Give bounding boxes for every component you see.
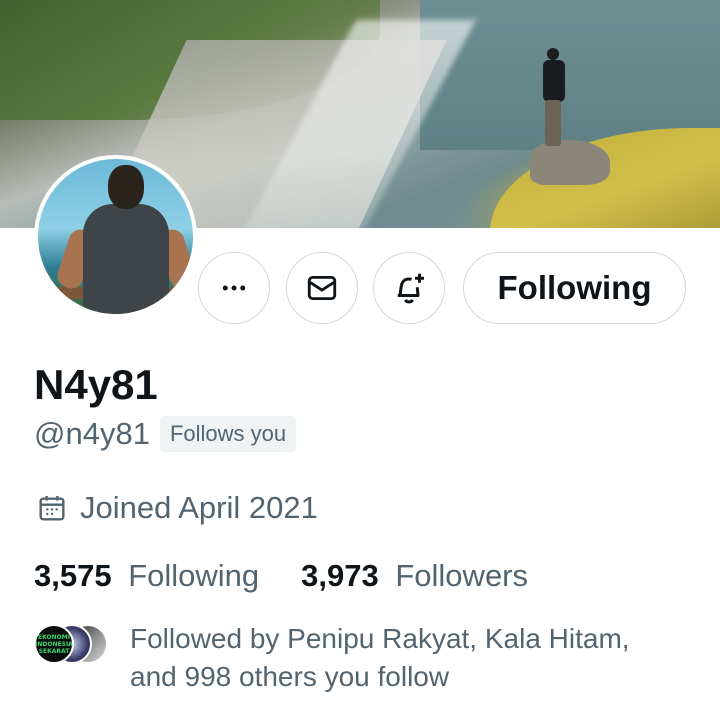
followers-label: Followers	[395, 558, 529, 593]
following-count: 3,575	[34, 558, 112, 593]
followed-by[interactable]: EKONOMI INDONESIA SEKARAT Followed by Pe…	[34, 620, 690, 696]
avatar-head	[108, 165, 144, 209]
followed-by-avatars: EKONOMI INDONESIA SEKARAT	[34, 624, 108, 664]
followers-stat[interactable]: 3,973 Followers	[301, 556, 528, 596]
followed-by-line-1: Followed by Penipu Rakyat, Kala Hitam,	[130, 623, 630, 654]
followed-by-text: Followed by Penipu Rakyat, Kala Hitam, a…	[130, 620, 690, 696]
banner-person	[543, 48, 567, 148]
following-stat[interactable]: 3,575 Following	[34, 556, 259, 596]
calendar-icon	[39, 496, 65, 521]
bell-plus-icon	[397, 273, 424, 304]
followed-by-line-2: and 998 others you follow	[130, 661, 450, 692]
handle: @n4y81	[34, 416, 150, 451]
display-name: N4y81	[34, 361, 158, 408]
following-button[interactable]: Following	[463, 252, 686, 324]
following-label: Following	[128, 558, 260, 593]
banner-rock	[530, 140, 610, 185]
more-button[interactable]	[198, 252, 270, 324]
message-button[interactable]	[286, 252, 358, 324]
avatar-caption: EKONOMI INDONESIA SEKARAT	[35, 633, 73, 655]
follower-avatar: EKONOMI INDONESIA SEKARAT	[34, 624, 74, 664]
stats-row: 3,575 Following 3,973 Followers	[34, 556, 528, 596]
profile-avatar[interactable]	[34, 155, 197, 318]
joined-row: Joined April 2021	[36, 488, 318, 528]
followers-count: 3,973	[301, 558, 379, 593]
notify-button[interactable]	[373, 252, 445, 324]
more-horizontal-icon	[222, 285, 246, 291]
handle-row: @n4y81 Follows you	[34, 414, 297, 454]
avatar-body	[83, 204, 169, 314]
joined-date: Joined April 2021	[80, 490, 318, 525]
follows-you-badge: Follows you	[159, 416, 297, 452]
envelope-icon	[307, 275, 337, 301]
